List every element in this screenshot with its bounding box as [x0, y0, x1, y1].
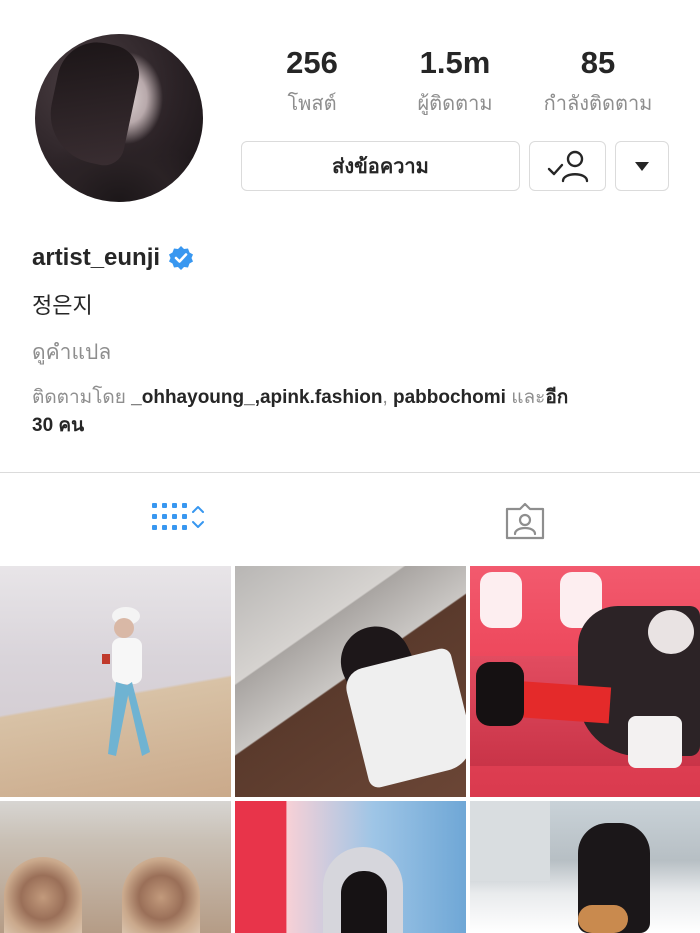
avatar-hair-shape [41, 34, 145, 170]
verified-badge-icon [169, 246, 194, 270]
followed-by-more[interactable]: อีก [545, 387, 568, 408]
tab-tagged[interactable] [504, 501, 546, 541]
post-image-window [480, 572, 522, 628]
post-thumbnail[interactable] [0, 566, 231, 797]
profile-tabs-divider [0, 472, 700, 473]
followers-label: ผู้ติดตาม [417, 91, 493, 115]
profile-avatar[interactable] [35, 34, 203, 202]
see-translation-link[interactable]: ดูคำแปล [32, 336, 111, 369]
post-image-red-garment [508, 680, 612, 724]
post-thumbnail[interactable] [0, 801, 231, 933]
stat-followers[interactable]: 1.5m ผู้ติดตาม [400, 44, 510, 118]
post-image-building [470, 801, 550, 881]
follower-link[interactable]: pabbochomi [393, 387, 506, 408]
profile-username-row: artist_eunji [32, 244, 194, 272]
post-thumbnail[interactable] [235, 566, 466, 797]
message-button[interactable]: ส่งข้อความ [241, 141, 520, 191]
post-thumbnail[interactable] [470, 566, 700, 797]
dropdown-triangle-icon [635, 161, 649, 171]
grid-view-icon [152, 503, 204, 530]
followers-count: 1.5m [419, 45, 491, 80]
posts-label: โพสต์ [287, 91, 337, 115]
followed-by-prefix: ติดตามโดย [32, 387, 126, 408]
more-options-button[interactable] [615, 141, 669, 191]
post-image-ornament [4, 857, 82, 933]
full-name: 정은지 [32, 294, 93, 319]
post-image-shirt [342, 646, 466, 790]
post-image-figure [102, 607, 150, 756]
post-image-person [341, 871, 387, 933]
followed-by-separator: , [382, 387, 393, 408]
follower-link[interactable]: _ohhayoung_ [131, 387, 255, 408]
post-image-case [628, 716, 682, 768]
following-check-person-icon [547, 150, 588, 183]
post-image-helmet [648, 610, 694, 654]
followed-by-and: และ [511, 387, 546, 408]
post-thumbnail[interactable] [235, 801, 466, 933]
tagged-photos-icon [505, 502, 545, 540]
followed-by-more-count[interactable]: 30 คน [32, 415, 84, 436]
post-thumbnail[interactable] [470, 801, 700, 933]
username: artist_eunji [32, 244, 161, 271]
posts-count: 256 [286, 45, 338, 80]
following-count: 85 [580, 45, 616, 80]
post-image-ornament [122, 857, 200, 933]
following-button[interactable] [529, 141, 606, 191]
followed-by-text: ติดตามโดย _ohhayoung_,apink.fashion, pab… [32, 384, 672, 440]
stat-posts[interactable]: 256 โพสต์ [270, 44, 354, 118]
following-label: กำลังติดตาม [543, 91, 653, 115]
tab-grid[interactable] [151, 500, 207, 536]
message-button-label: ส่งข้อความ [332, 154, 429, 178]
post-image-dog [578, 905, 628, 933]
post-image-boots [476, 662, 524, 726]
follower-link[interactable]: apink.fashion [260, 387, 382, 408]
stat-following[interactable]: 85 กำลังติดตาม [528, 44, 668, 118]
